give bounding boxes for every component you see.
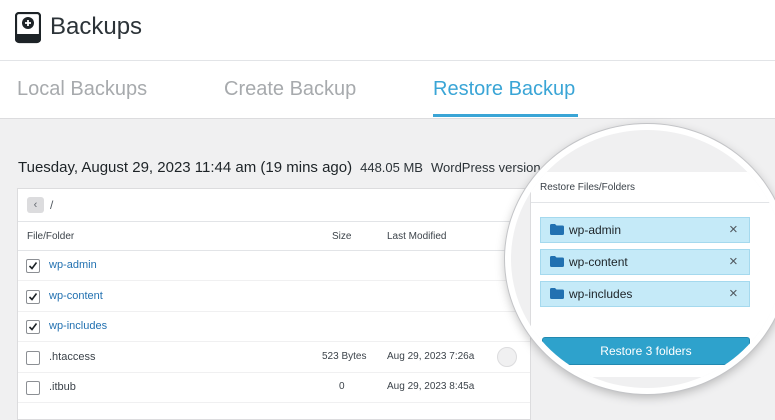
row-name-link[interactable]: wp-includes — [49, 320, 107, 332]
selected-item: wp-admin × — [540, 217, 750, 243]
table-header: File/Folder Size Last Modified — [18, 222, 530, 251]
tab-bar: Local Backups Create Backup Restore Back… — [0, 61, 775, 119]
column-header-modified[interactable]: Last Modified — [387, 231, 446, 242]
selected-item-label: wp-includes — [569, 287, 633, 301]
zoom-magnifier: Restore Files/Folders wp-admin × wp-cont… — [505, 124, 775, 394]
file-browser: ‹ / File/Folder Size Last Modified wp-ad… — [17, 188, 531, 420]
tab-create-backup[interactable]: Create Backup — [224, 78, 356, 101]
backup-info: Tuesday, August 29, 2023 11:44 am (19 mi… — [18, 159, 562, 176]
row-checkbox[interactable] — [26, 259, 40, 273]
row-size: 523 Bytes — [322, 351, 367, 362]
backup-logo-icon — [15, 12, 41, 44]
row-checkbox[interactable] — [26, 290, 40, 304]
restore-panel-title: Restore Files/Folders — [540, 182, 636, 193]
row-modified: Aug 29, 2023 7:26a — [387, 351, 475, 362]
remove-icon[interactable]: × — [729, 253, 738, 270]
zoom-content: Restore Files/Folders wp-admin × wp-cont… — [511, 130, 775, 388]
chevron-left-icon: ‹ — [33, 199, 38, 211]
column-header-size[interactable]: Size — [332, 231, 351, 242]
column-header-name[interactable]: File/Folder — [27, 231, 74, 242]
header: Backups — [0, 0, 775, 61]
selected-item-label: wp-content — [569, 255, 628, 269]
selected-item-label: wp-admin — [569, 223, 622, 237]
checkmark-icon — [28, 293, 38, 301]
table-row: wp-includes — [18, 311, 530, 342]
folder-icon — [550, 256, 564, 267]
restore-folders-button[interactable]: Restore 3 folders — [542, 337, 750, 365]
selected-item: wp-includes × — [540, 281, 750, 307]
restore-panel: Restore Files/Folders wp-admin × wp-cont… — [530, 172, 775, 377]
path-bar: ‹ / — [18, 189, 530, 222]
table-row: wp-content — [18, 281, 530, 312]
row-checkbox[interactable] — [26, 381, 40, 395]
tab-restore-backup[interactable]: Restore Backup — [433, 78, 575, 101]
table-row: wp-admin — [18, 250, 530, 281]
remove-icon[interactable]: × — [729, 221, 738, 238]
table-row: .htaccess 523 Bytes Aug 29, 2023 7:26a — [18, 342, 530, 373]
row-name-link[interactable]: wp-admin — [49, 259, 97, 271]
backup-date: Tuesday, August 29, 2023 11:44 am (19 mi… — [18, 159, 353, 176]
row-size: 0 — [339, 381, 345, 392]
back-button[interactable]: ‹ — [27, 197, 44, 213]
row-name-link[interactable]: wp-content — [49, 290, 103, 302]
backup-size: 448.05 MB — [360, 160, 423, 175]
tab-local-backups[interactable]: Local Backups — [17, 78, 147, 101]
divider — [531, 202, 775, 203]
folder-icon — [550, 224, 564, 235]
page-title: Backups — [50, 13, 143, 40]
row-name: .htaccess — [49, 351, 96, 363]
checkmark-icon — [28, 262, 38, 270]
current-path: / — [50, 198, 54, 212]
selected-item: wp-content × — [540, 249, 750, 275]
row-checkbox[interactable] — [26, 351, 40, 365]
checkmark-icon — [28, 323, 38, 331]
table-row: .itbub 0 Aug 29, 2023 8:45a — [18, 372, 530, 403]
row-checkbox[interactable] — [26, 320, 40, 334]
active-tab-indicator — [433, 114, 578, 117]
remove-icon[interactable]: × — [729, 285, 738, 302]
row-name: .itbub — [49, 381, 76, 393]
folder-icon — [550, 288, 564, 299]
row-modified: Aug 29, 2023 8:45a — [387, 381, 475, 392]
